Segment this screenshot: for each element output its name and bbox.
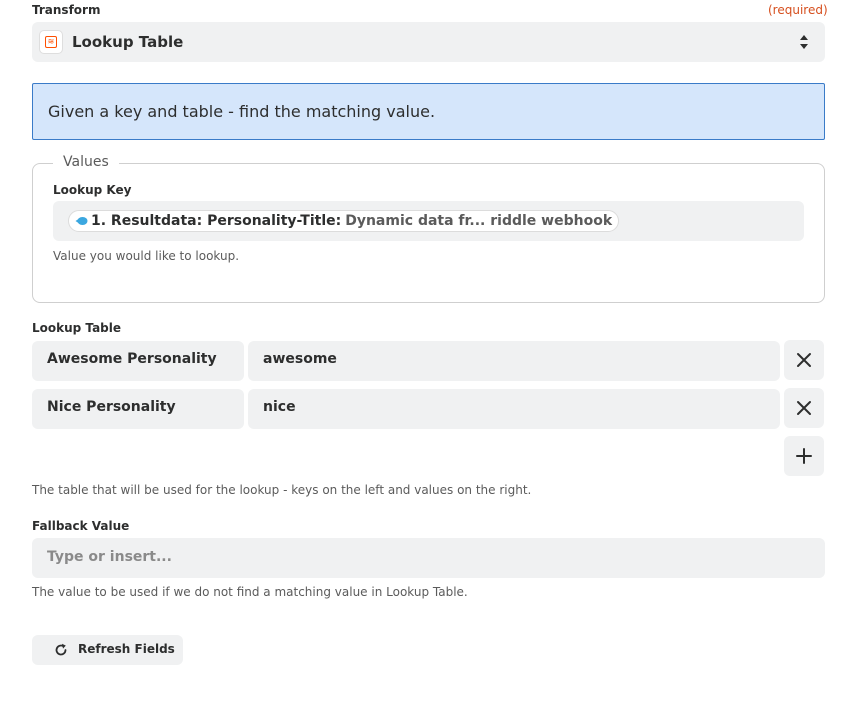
remove-row-button[interactable] (784, 388, 824, 428)
select-chevrons-icon (800, 35, 808, 49)
lookup-key-pill-title: 1. Resultdata: Personality-Title: (91, 213, 342, 229)
lookup-table-key-text: Awesome Personality (47, 351, 217, 367)
refresh-fields-label: Refresh Fields (78, 642, 175, 656)
lookup-table-key-input[interactable]: Nice Personality (32, 389, 244, 429)
plus-icon (796, 448, 812, 464)
lookup-table-help: The table that will be used for the look… (32, 483, 532, 497)
fallback-help: The value to be used if we do not find a… (32, 585, 468, 599)
refresh-fields-button[interactable]: Refresh Fields (32, 635, 183, 665)
lookup-key-input[interactable]: 1. Resultdata: Personality-Title: Dynami… (53, 201, 804, 241)
transform-label: Transform (32, 3, 101, 17)
refresh-icon (55, 643, 67, 656)
add-row-button[interactable] (784, 436, 824, 476)
transform-select[interactable]: ≋ Lookup Table (32, 22, 825, 62)
lookup-table-value-text: nice (263, 399, 296, 415)
fallback-input[interactable]: Type or insert... (32, 538, 825, 578)
values-legend: Values (53, 154, 119, 170)
values-fieldset: Values Lookup Key 1. Resultdata: Persona… (32, 154, 825, 303)
lookup-table-label: Lookup Table (32, 321, 122, 335)
riddle-app-icon (75, 217, 88, 225)
lookup-key-pill-detail: Dynamic data fr... riddle webhook (345, 213, 613, 229)
info-banner-text: Given a key and table - find the matchin… (48, 102, 436, 121)
fallback-placeholder: Type or insert... (47, 549, 172, 565)
lookup-table-glyph: ≋ (45, 36, 57, 48)
lookup-table-value-input[interactable]: awesome (248, 341, 780, 381)
lookup-table-key-input[interactable]: Awesome Personality (32, 341, 244, 381)
lookup-table-value-text: awesome (263, 351, 337, 367)
lookup-table-app-icon: ≋ (39, 30, 63, 54)
lookup-key-data-pill[interactable]: 1. Resultdata: Personality-Title: Dynami… (68, 210, 620, 232)
close-icon (797, 353, 811, 367)
transform-selected-value: Lookup Table (72, 33, 184, 51)
close-icon (797, 401, 811, 415)
lookup-key-label: Lookup Key (53, 183, 132, 197)
lookup-key-help: Value you would like to lookup. (53, 249, 240, 263)
lookup-table-value-input[interactable]: nice (248, 389, 780, 429)
fallback-label: Fallback Value (32, 519, 130, 533)
remove-row-button[interactable] (784, 340, 824, 380)
lookup-table-key-text: Nice Personality (47, 399, 176, 415)
info-banner: Given a key and table - find the matchin… (32, 83, 825, 140)
required-indicator: (required) (768, 3, 828, 17)
